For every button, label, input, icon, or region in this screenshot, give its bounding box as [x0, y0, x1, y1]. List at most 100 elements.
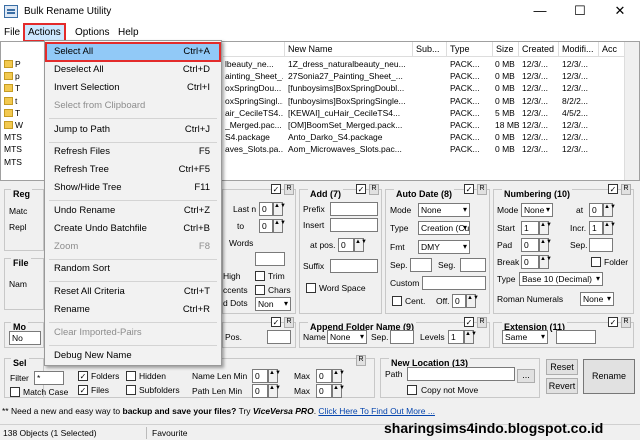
auto-date-mode-select[interactable]: None — [418, 203, 470, 217]
remove-words-input[interactable] — [255, 252, 285, 266]
menu-help[interactable]: Help — [115, 25, 142, 40]
add-prefix-input[interactable] — [330, 202, 378, 216]
add-word-space-checkbox[interactable] — [306, 283, 316, 293]
menu-item-create-undo-batchfile[interactable]: Create Undo Batchfile Ctrl+B — [46, 220, 220, 238]
add-suffix-input[interactable] — [330, 259, 378, 273]
numbering-pad-input[interactable]: 0 — [521, 238, 539, 252]
new-location-browse-button[interactable]: ... — [517, 369, 535, 383]
menu-item-select-all[interactable]: Select All Ctrl+A — [45, 42, 221, 62]
numbering-at-spin[interactable]: ▲▼ — [603, 203, 616, 217]
add-at-pos-input[interactable]: 0 — [338, 238, 354, 252]
numbering-incr-spin[interactable]: ▲▼ — [603, 221, 616, 235]
numbering-break-spin[interactable]: ▲▼ — [539, 255, 552, 269]
file-list-scrollbar[interactable] — [624, 42, 639, 180]
menu-actions[interactable]: Actions — [23, 23, 66, 42]
column-header-accessed[interactable]: Acc — [599, 42, 626, 57]
selection-reset-button[interactable]: R — [356, 355, 366, 366]
auto-date-seg-input[interactable] — [460, 258, 486, 272]
rename-button[interactable]: Rename — [583, 359, 635, 394]
revert-button[interactable]: Revert — [546, 378, 578, 394]
numbering-enable-checkbox[interactable]: ✓ — [608, 184, 618, 194]
remove-chars-checkbox[interactable] — [255, 285, 265, 295]
menu-file[interactable]: File — [1, 25, 23, 40]
add-reset-button[interactable]: R — [369, 184, 379, 195]
remove-reset-button[interactable]: R — [284, 184, 294, 195]
numbering-at-input[interactable]: 0 — [589, 203, 603, 217]
extension-input[interactable] — [556, 330, 596, 344]
auto-date-type-select[interactable]: Creation (Cur — [418, 221, 470, 235]
close-button[interactable]: ✕ — [600, 0, 640, 24]
column-header-new-name[interactable]: New Name — [285, 42, 413, 57]
numbering-start-spin[interactable]: ▲▼ — [539, 221, 552, 235]
numbering-folder-checkbox[interactable] — [591, 257, 601, 267]
selection-files-checkbox[interactable]: ✓ — [78, 385, 88, 395]
numbering-reset-button[interactable]: R — [621, 184, 631, 195]
selection-match-case-checkbox[interactable] — [10, 387, 20, 397]
auto-date-custom-input[interactable] — [422, 276, 486, 290]
column-header-sub[interactable]: Sub... — [413, 42, 447, 57]
append-folder-levels-spin[interactable]: ▲▼ — [464, 330, 477, 344]
auto-date-sep-input[interactable] — [410, 258, 432, 272]
selection-hidden-checkbox[interactable] — [126, 371, 136, 381]
menu-item-random-sort[interactable]: Random Sort — [46, 260, 220, 278]
selection-path-max-input[interactable]: 0 — [316, 384, 332, 398]
numbering-incr-input[interactable]: 1 — [589, 221, 603, 235]
remove-last-n-input[interactable]: 0 — [259, 202, 273, 216]
column-header-modified[interactable]: Modifi... — [559, 42, 599, 57]
remove-dots-select[interactable]: Non — [255, 297, 291, 311]
menu-item-jump-to-path[interactable]: Jump to Path Ctrl+J — [46, 121, 220, 139]
menu-item-deselect-all[interactable]: Deselect All Ctrl+D — [46, 61, 220, 79]
extension-enable-checkbox[interactable]: ✓ — [608, 317, 618, 327]
numbering-start-input[interactable]: 1 — [521, 221, 539, 235]
menu-item-invert-selection[interactable]: Invert Selection Ctrl+I — [46, 79, 220, 97]
maximize-button[interactable]: ☐ — [560, 0, 600, 24]
remove-to-spin[interactable]: ▲▼ — [273, 219, 286, 233]
menu-item-refresh-files[interactable]: Refresh Files F5 — [46, 143, 220, 161]
append-folder-levels-input[interactable]: 1 — [448, 330, 464, 344]
promo-link[interactable]: Click Here To Find Out More ... — [318, 406, 435, 416]
selection-subfolders-checkbox[interactable] — [126, 385, 136, 395]
menu-item-refresh-tree[interactable]: Refresh Tree Ctrl+F5 — [46, 161, 220, 179]
menu-item-debug-new-name[interactable]: Debug New Name — [46, 347, 220, 365]
selection-name-max-input[interactable]: 0 — [316, 369, 332, 383]
numbering-break-input[interactable]: 0 — [521, 255, 539, 269]
selection-name-max-spin[interactable]: ▲▼ — [332, 369, 345, 383]
menu-item-rename[interactable]: Rename Ctrl+R — [46, 301, 220, 319]
extension-mode-select[interactable]: Same — [502, 330, 548, 344]
menu-item-show-hide-tree[interactable]: Show/Hide Tree F11 — [46, 179, 220, 197]
auto-date-enable-checkbox[interactable]: ✓ — [464, 184, 474, 194]
column-header-created[interactable]: Created — [519, 42, 559, 57]
special-reset-button[interactable]: R — [284, 317, 294, 328]
column-header-size[interactable]: Size — [493, 42, 519, 57]
copy-not-move-checkbox[interactable] — [407, 385, 417, 395]
new-location-path-input[interactable] — [407, 367, 515, 381]
extension-reset-button[interactable]: R — [621, 317, 631, 328]
numbering-mode-select[interactable]: None — [521, 203, 553, 217]
selection-path-len-min-spin[interactable]: ▲▼ — [268, 384, 281, 398]
numbering-roman-select[interactable]: None — [580, 292, 614, 306]
move-mode-select[interactable]: No — [9, 331, 41, 345]
auto-date-fmt-select[interactable]: DMY — [418, 240, 470, 254]
selection-folders-checkbox[interactable]: ✓ — [78, 371, 88, 381]
auto-date-reset-button[interactable]: R — [477, 184, 487, 195]
numbering-sep-input[interactable] — [589, 238, 613, 252]
selection-path-len-min-input[interactable]: 0 — [252, 384, 268, 398]
reset-button[interactable]: Reset — [546, 359, 578, 375]
special-enable-checkbox[interactable]: ✓ — [271, 317, 281, 327]
append-folder-enable-checkbox[interactable]: ✓ — [464, 317, 474, 327]
remove-trim-checkbox[interactable] — [255, 271, 265, 281]
menu-item-undo-rename[interactable]: Undo Rename Ctrl+Z — [46, 202, 220, 220]
append-folder-name-select[interactable]: None — [327, 330, 367, 344]
selection-path-max-spin[interactable]: ▲▼ — [332, 384, 345, 398]
minimize-button[interactable]: — — [520, 0, 560, 24]
add-at-pos-spin[interactable]: ▲▼ — [354, 238, 367, 252]
remove-last-n-spin[interactable]: ▲▼ — [273, 202, 286, 216]
special-pos-input[interactable] — [267, 330, 291, 344]
auto-date-off-input[interactable]: 0 — [452, 294, 466, 308]
auto-date-cent-checkbox[interactable] — [392, 296, 402, 306]
column-header-name[interactable] — [223, 42, 285, 57]
selection-name-len-min-input[interactable]: 0 — [252, 369, 268, 383]
auto-date-off-spin[interactable]: ▲▼ — [466, 294, 479, 308]
selection-name-len-min-spin[interactable]: ▲▼ — [268, 369, 281, 383]
menu-options[interactable]: Options — [72, 25, 112, 40]
